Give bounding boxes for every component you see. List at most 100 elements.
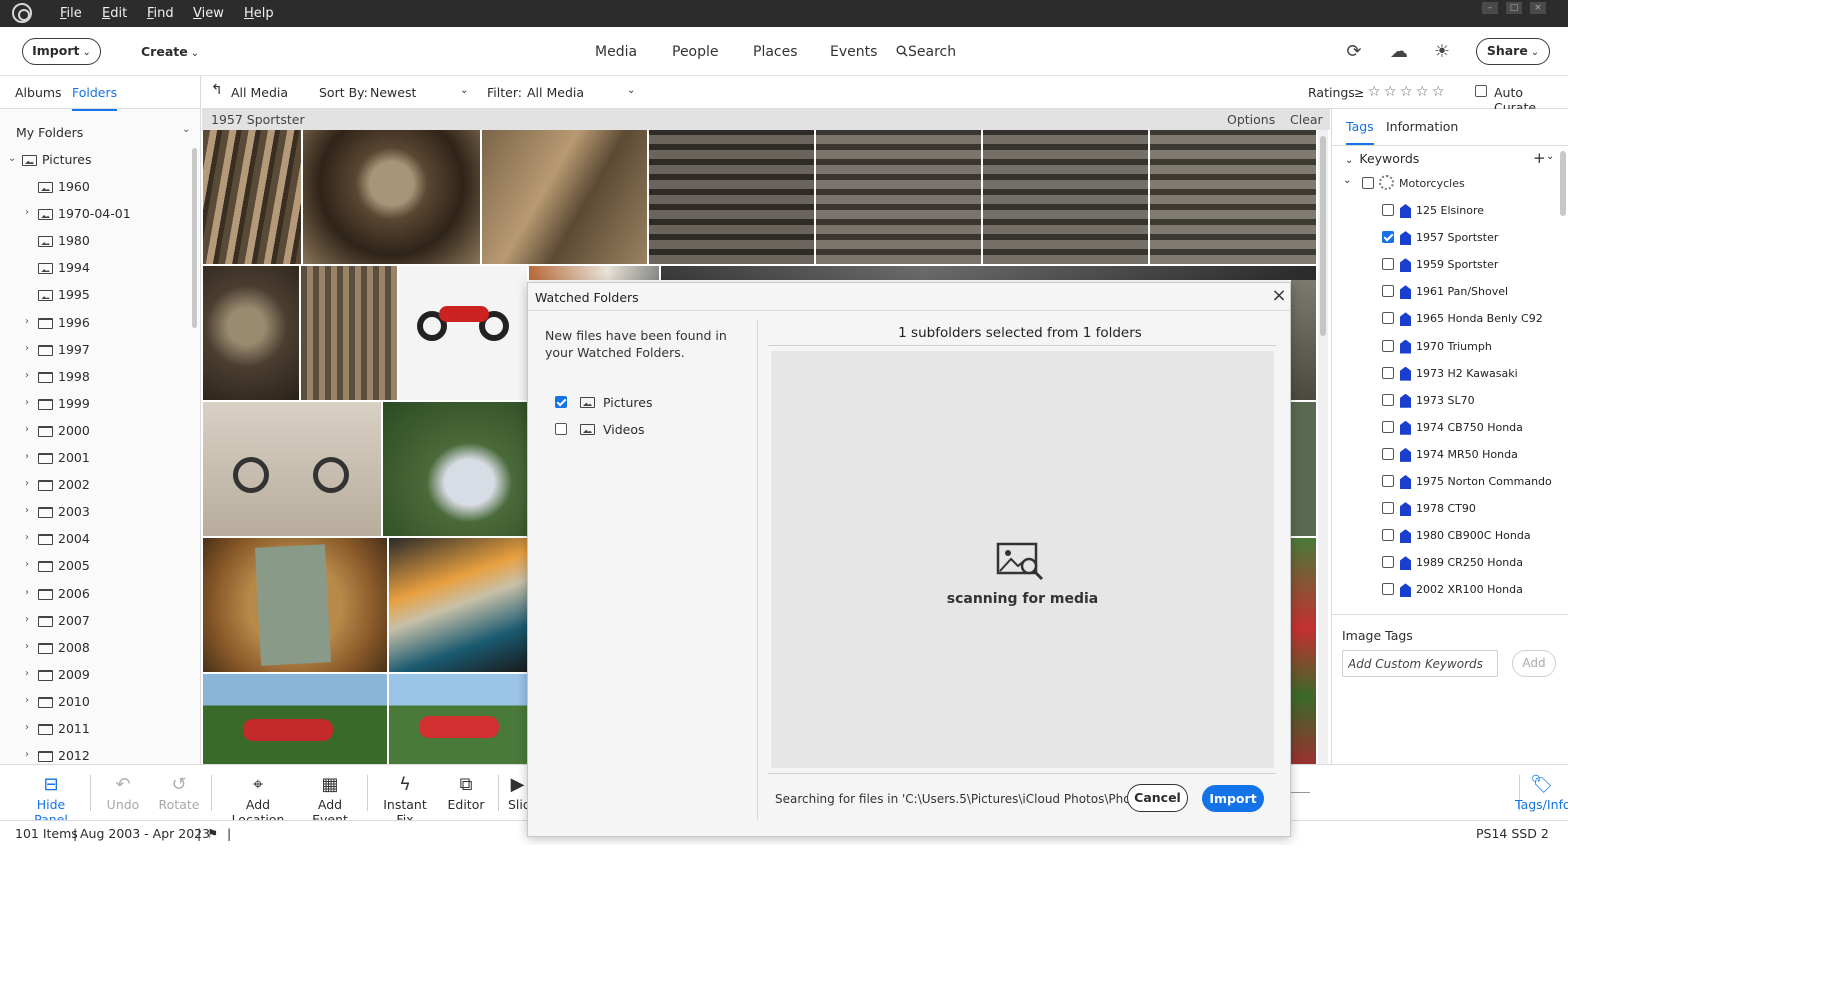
chevron-right-icon[interactable]: › [25,587,29,598]
folder-row[interactable]: › 1996 [0,310,192,337]
folder-row[interactable]: › 2001 [0,445,192,472]
keyword-row[interactable]: 1961 Pan/Shovel [1332,278,1560,305]
folder-row[interactable]: › 2002 [0,472,192,499]
left-panel-scrollbar[interactable] [192,148,197,328]
folder-row[interactable]: 1994 [0,255,192,282]
undo-button[interactable]: ↶ Undo [100,773,146,812]
keyword-checkbox[interactable] [1382,475,1394,487]
folder-row[interactable]: › 2011 [0,716,192,743]
chevron-right-icon[interactable]: › [25,207,29,218]
chevron-right-icon[interactable]: › [25,614,29,625]
folder-row[interactable]: › 2005 [0,553,192,580]
keyword-checkbox[interactable] [1382,231,1394,244]
folder-row[interactable]: › 2008 [0,635,192,662]
close-icon[interactable]: × [1270,285,1288,307]
photo-thumbnail[interactable] [983,130,1148,264]
star-icon[interactable]: ☆ [1400,84,1413,100]
chevron-right-icon[interactable]: › [25,668,29,679]
keyword-checkbox[interactable] [1382,258,1394,271]
minimize-icon[interactable]: – [1482,2,1498,14]
photo-thumbnail[interactable] [303,130,480,264]
chevron-down-icon[interactable]: ⌄ [1343,175,1351,186]
folder-row[interactable]: › 2007 [0,608,192,635]
star-icon[interactable]: ☆ [1416,84,1429,100]
nav-people[interactable]: People [672,44,719,60]
star-icon[interactable]: ☆ [1384,84,1397,100]
search-button[interactable]: Search [896,44,956,60]
chevron-right-icon[interactable]: › [25,397,29,408]
folder-row[interactable]: › 2004 [0,526,192,553]
zoom-slider-track[interactable] [1290,792,1310,793]
import-confirm-button[interactable]: Import [1202,785,1264,812]
back-arrow-icon[interactable]: ↰ [211,82,223,98]
chevron-down-icon[interactable]: ⌄ [627,85,635,96]
chevron-right-icon[interactable]: › [25,424,29,435]
photo-thumbnail[interactable] [383,402,527,536]
keyword-row[interactable]: 125 Elsinore [1332,197,1560,224]
watched-folder-checkbox[interactable] [555,396,567,408]
photo-thumbnail[interactable] [482,130,647,264]
photo-thumbnail[interactable] [1150,130,1316,264]
hide-panel-button[interactable]: ⊟Hide Panel [20,773,82,827]
add-keyword-icon[interactable]: + [1533,149,1546,167]
keyword-checkbox[interactable] [1382,420,1394,433]
grid-scrollbar[interactable] [1318,130,1328,764]
keyword-row[interactable]: 1980 CB900C Honda [1332,522,1560,549]
create-button[interactable]: Create ⌄ [141,44,199,59]
chevron-right-icon[interactable]: › [25,749,29,760]
tags-info-button[interactable]: 🏷 Tags/Info [1515,773,1568,812]
watched-folder-checkbox[interactable] [555,423,567,435]
keyword-category-row[interactable]: ⌄ Motorcycles [1332,170,1560,197]
chevron-down-icon[interactable]: ⌄ [182,124,190,135]
tab-tags[interactable]: Tags [1346,119,1374,145]
keyword-checkbox[interactable] [1382,339,1394,352]
star-icon[interactable]: ☆ [1432,84,1445,100]
add-event-button[interactable]: ▦Add Event [300,773,360,827]
editor-button[interactable]: ⧉ Editor [444,773,488,812]
filter-select[interactable]: All Media [527,85,584,100]
custom-keywords-input[interactable] [1342,650,1498,677]
brightness-icon[interactable]: ☀ [1431,41,1453,63]
chevron-down-icon[interactable]: ⌄ [460,85,468,96]
photo-thumbnail[interactable] [203,538,387,672]
photo-thumbnail[interactable] [816,130,981,264]
photo-thumbnail[interactable] [301,266,397,400]
folder-row[interactable]: › 2006 [0,581,192,608]
cloud-icon[interactable]: ☁ [1388,41,1410,63]
all-media-link[interactable]: All Media [231,85,288,100]
slideshow-button[interactable]: ▶ Slid [508,773,527,812]
nav-places[interactable]: Places [753,44,798,60]
keyword-checkbox[interactable] [1382,502,1394,515]
nav-media[interactable]: Media [595,44,637,60]
photo-thumbnail[interactable] [203,402,381,536]
keyword-checkbox[interactable] [1382,556,1394,569]
photo-thumbnail[interactable] [529,266,659,280]
photo-thumbnail[interactable] [203,674,387,764]
instant-fix-button[interactable]: ϟInstant Fix [375,773,435,827]
keyword-row[interactable]: 1973 SL70 [1332,387,1560,414]
rotate-button[interactable]: ↺ Rotate [156,773,202,812]
folder-row[interactable]: › 2000 [0,418,192,445]
tab-information[interactable]: Information [1386,119,1458,134]
share-button[interactable]: Share ⌄ [1476,38,1550,65]
keyword-checkbox[interactable] [1382,583,1394,596]
options-button[interactable]: Options [1227,112,1275,127]
star-icon[interactable]: ☆ [1368,84,1381,100]
chevron-right-icon[interactable]: › [25,559,29,570]
chevron-down-icon[interactable]: ⌄ [1546,151,1554,162]
keyword-checkbox[interactable] [1382,529,1394,542]
keyword-row[interactable]: 1959 Sportster [1332,251,1560,278]
folder-row[interactable]: › 2010 [0,689,192,716]
folder-row[interactable]: › 1970-04-01 [0,201,192,228]
keyword-scrollbar[interactable] [1560,151,1566,216]
my-folders-label[interactable]: My Folders [16,125,83,140]
flag-icon[interactable]: ⚑ [207,826,218,841]
chevron-right-icon[interactable]: › [25,532,29,543]
keyword-row[interactable]: 2002 XR100 Honda [1332,576,1560,603]
photo-thumbnail[interactable] [1291,538,1316,764]
maximize-icon[interactable]: □ [1506,2,1522,14]
keyword-checkbox[interactable] [1382,312,1394,325]
folder-row[interactable]: › 1998 [0,364,192,391]
close-window-icon[interactable]: × [1530,2,1546,14]
keyword-row[interactable]: 1974 CB750 Honda [1332,414,1560,441]
